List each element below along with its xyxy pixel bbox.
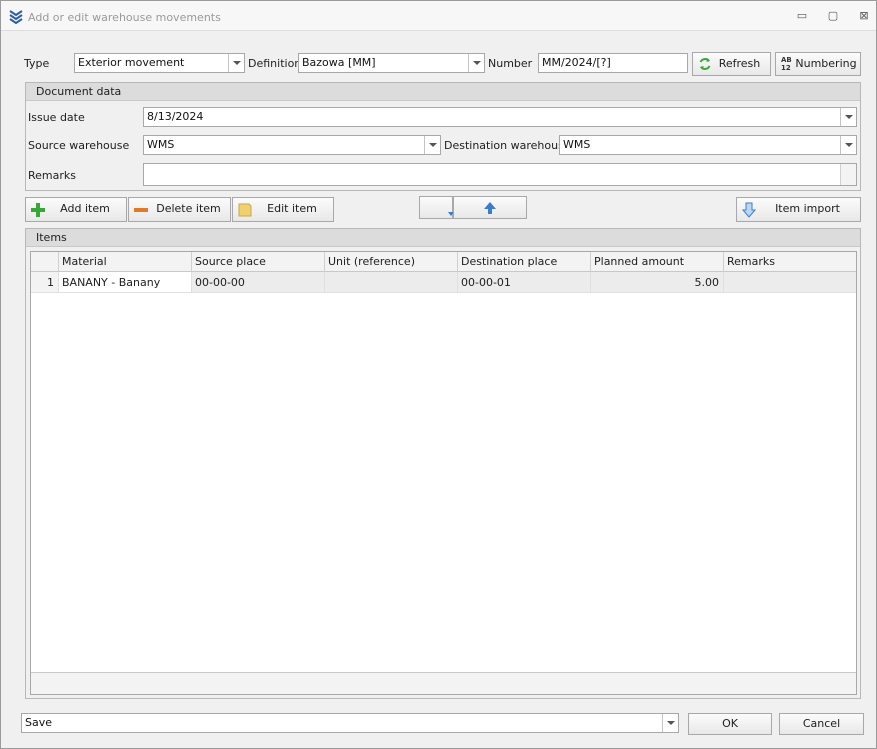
cell-material[interactable]: BANANY - Banany	[59, 272, 192, 293]
minimize-button[interactable]: ▭	[794, 9, 810, 23]
destination-warehouse-value: WMS	[563, 138, 591, 151]
chevron-down-icon[interactable]	[424, 136, 440, 154]
refresh-icon	[698, 57, 712, 71]
app-logo-icon	[9, 9, 23, 25]
refresh-button[interactable]: Refresh	[692, 52, 771, 76]
issue-date-label: Issue date	[28, 111, 85, 124]
dialog-window: Add or edit warehouse movements ▭ ▢ ⊠ Ty…	[0, 0, 877, 749]
close-button[interactable]: ⊠	[856, 9, 872, 23]
action-combo[interactable]: Save	[21, 713, 679, 733]
document-data-group: Document data Issue date 8/13/2024 Sourc…	[25, 82, 861, 191]
chevron-down-icon[interactable]	[662, 714, 678, 732]
definition-combo[interactable]: Bazowa [MM]	[298, 53, 485, 73]
issue-date-picker[interactable]: 8/13/2024	[143, 107, 857, 127]
remarks-input[interactable]	[143, 163, 857, 186]
document-data-title: Document data	[26, 83, 860, 101]
destination-warehouse-combo[interactable]: WMS	[559, 135, 857, 155]
column-header-source-place[interactable]: Source place	[192, 252, 325, 272]
plus-icon	[30, 202, 46, 218]
title-bar: Add or edit warehouse movements ▭ ▢ ⊠	[1, 1, 876, 31]
column-header-unit[interactable]: Unit (reference)	[325, 252, 458, 272]
minus-icon	[133, 202, 149, 218]
type-value: Exterior movement	[78, 56, 185, 69]
remarks-label: Remarks	[28, 169, 76, 182]
cell-source-place[interactable]: 00-00-00	[192, 272, 325, 293]
items-grid: Material Source place Unit (reference) D…	[30, 251, 857, 695]
import-arrow-icon	[741, 202, 757, 218]
column-header-destination-place[interactable]: Destination place	[458, 252, 591, 272]
edit-item-button[interactable]: Edit item	[232, 197, 334, 222]
window-title: Add or edit warehouse movements	[28, 11, 221, 24]
note-icon	[237, 202, 253, 218]
definition-value: Bazowa [MM]	[302, 56, 376, 69]
number-value: MM/2024/[?]	[542, 56, 611, 69]
cell-planned-amount[interactable]: 5.00	[591, 272, 724, 293]
cell-destination-place[interactable]: 00-00-01	[458, 272, 591, 293]
remarks-scrollbar[interactable]	[840, 164, 856, 185]
delete-item-label: Delete item	[156, 202, 221, 215]
source-warehouse-label: Source warehouse	[28, 139, 130, 152]
column-header-remarks[interactable]: Remarks	[724, 252, 856, 272]
column-header-planned-amount[interactable]: Planned amount	[591, 252, 724, 272]
row-index: 1	[31, 272, 59, 293]
numbering-button[interactable]: AB 12 Numbering	[775, 52, 861, 76]
add-item-label: Add item	[60, 202, 110, 215]
source-warehouse-combo[interactable]: WMS	[143, 135, 441, 155]
number-label: Number	[488, 57, 533, 70]
chevron-down-icon[interactable]	[468, 54, 484, 72]
grid-footer	[31, 672, 856, 694]
maximize-button[interactable]: ▢	[825, 9, 841, 23]
type-label: Type	[24, 57, 50, 70]
destination-warehouse-label: Destination warehouse	[444, 139, 571, 152]
numbering-icon: AB 12	[781, 56, 792, 72]
source-warehouse-value: WMS	[147, 138, 175, 151]
chevron-down-icon[interactable]	[840, 136, 856, 154]
type-combo[interactable]: Exterior movement	[74, 53, 245, 73]
number-input[interactable]: MM/2024/[?]	[538, 53, 688, 73]
chevron-down-icon[interactable]	[840, 108, 856, 126]
arrow-up-icon	[483, 201, 497, 215]
column-header-material[interactable]: Material	[59, 252, 192, 272]
item-import-label: Item import	[775, 202, 840, 215]
action-value: Save	[25, 716, 53, 729]
move-down-button[interactable]	[419, 196, 454, 219]
move-up-button[interactable]	[453, 196, 527, 219]
ok-button[interactable]: OK	[688, 713, 772, 735]
edit-item-label: Edit item	[267, 202, 317, 215]
cancel-button[interactable]: Cancel	[779, 713, 864, 735]
add-item-button[interactable]: Add item	[25, 197, 127, 222]
items-title: Items	[26, 229, 860, 247]
items-group: Items Material Source place Unit (refere…	[25, 228, 861, 699]
cell-unit[interactable]	[325, 272, 458, 293]
issue-date-value: 8/13/2024	[147, 110, 204, 123]
item-import-button[interactable]: Item import	[736, 197, 861, 222]
cell-remarks[interactable]	[724, 272, 856, 293]
chevron-down-icon[interactable]	[228, 54, 244, 72]
definition-label: Definition	[248, 57, 302, 70]
delete-item-button[interactable]: Delete item	[128, 197, 231, 222]
row-header-corner	[31, 252, 59, 272]
